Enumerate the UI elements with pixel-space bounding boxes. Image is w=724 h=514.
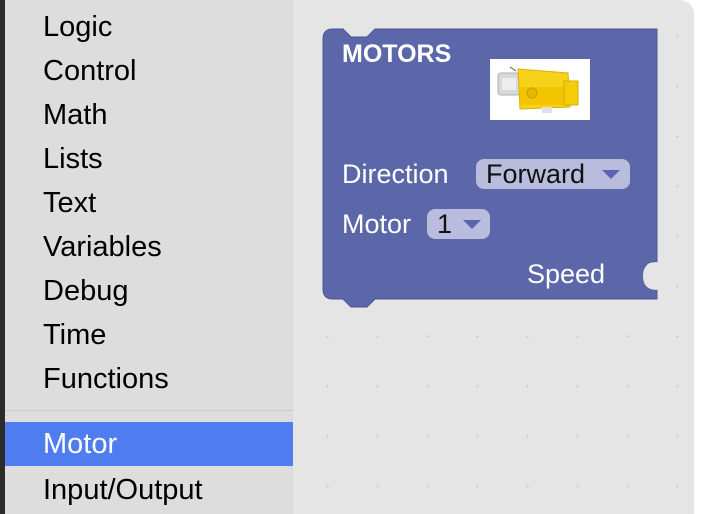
motor-label: Motor bbox=[342, 209, 412, 239]
grid-dot: + bbox=[575, 432, 580, 441]
grid-dot: + bbox=[525, 482, 530, 491]
blockly-editor: Logic Control Math Lists Text Variables … bbox=[0, 0, 724, 514]
grid-dot: + bbox=[325, 482, 330, 491]
category-logic[interactable]: Logic bbox=[5, 11, 293, 43]
grid-dot: + bbox=[675, 332, 680, 341]
grid-dot: + bbox=[575, 482, 580, 491]
category-text[interactable]: Text bbox=[5, 187, 293, 219]
grid-dot: + bbox=[525, 382, 530, 391]
grid-dot: + bbox=[375, 382, 380, 391]
grid-dot: + bbox=[625, 332, 630, 341]
motor-dropdown[interactable]: 1 bbox=[427, 209, 490, 239]
category-debug[interactable]: Debug bbox=[5, 275, 293, 307]
grid-dot: + bbox=[475, 332, 480, 341]
grid-dot: + bbox=[425, 382, 430, 391]
grid-dot: + bbox=[475, 382, 480, 391]
grid-dot: + bbox=[425, 432, 430, 441]
category-variables[interactable]: Variables bbox=[5, 231, 293, 263]
direction-label: Direction bbox=[342, 159, 449, 189]
dc-gear-motor-icon bbox=[490, 59, 590, 120]
category-functions[interactable]: Functions bbox=[5, 363, 293, 395]
grid-dot: + bbox=[625, 382, 630, 391]
grid-dot: + bbox=[675, 482, 680, 491]
toolbox-separator bbox=[5, 410, 293, 411]
grid-dot: + bbox=[525, 432, 530, 441]
category-motor[interactable]: Motor bbox=[5, 422, 293, 466]
grid-dot: + bbox=[425, 482, 430, 491]
grid-dot: + bbox=[575, 382, 580, 391]
grid-dot: + bbox=[575, 332, 580, 341]
grid-dot: + bbox=[625, 482, 630, 491]
grid-dot: + bbox=[525, 332, 530, 341]
block-title: MOTORS bbox=[342, 40, 452, 68]
motor-value: 1 bbox=[437, 209, 453, 239]
grid-dot: + bbox=[625, 432, 630, 441]
grid-dot: + bbox=[325, 432, 330, 441]
category-time[interactable]: Time bbox=[5, 319, 293, 351]
category-input-output[interactable]: Input/Output bbox=[5, 474, 293, 506]
direction-dropdown[interactable]: Forward bbox=[476, 159, 630, 189]
workspace-scrollbar-track bbox=[694, 0, 724, 514]
category-math[interactable]: Math bbox=[5, 99, 293, 131]
category-control[interactable]: Control bbox=[5, 55, 293, 87]
chevron-down-icon bbox=[602, 170, 620, 179]
grid-dot: + bbox=[475, 432, 480, 441]
grid-dot: + bbox=[325, 332, 330, 341]
grid-dot: + bbox=[675, 432, 680, 441]
grid-dot: + bbox=[375, 332, 380, 341]
grid-dot: + bbox=[375, 482, 380, 491]
chevron-down-icon bbox=[463, 220, 481, 229]
grid-dot: + bbox=[425, 332, 430, 341]
category-lists[interactable]: Lists bbox=[5, 143, 293, 175]
grid-dot: + bbox=[675, 382, 680, 391]
grid-dot: + bbox=[475, 482, 480, 491]
speed-label: Speed bbox=[527, 259, 606, 289]
direction-value: Forward bbox=[486, 159, 586, 189]
grid-dot: + bbox=[375, 432, 380, 441]
grid-dot: + bbox=[325, 382, 330, 391]
toolbox: Logic Control Math Lists Text Variables … bbox=[5, 0, 293, 514]
